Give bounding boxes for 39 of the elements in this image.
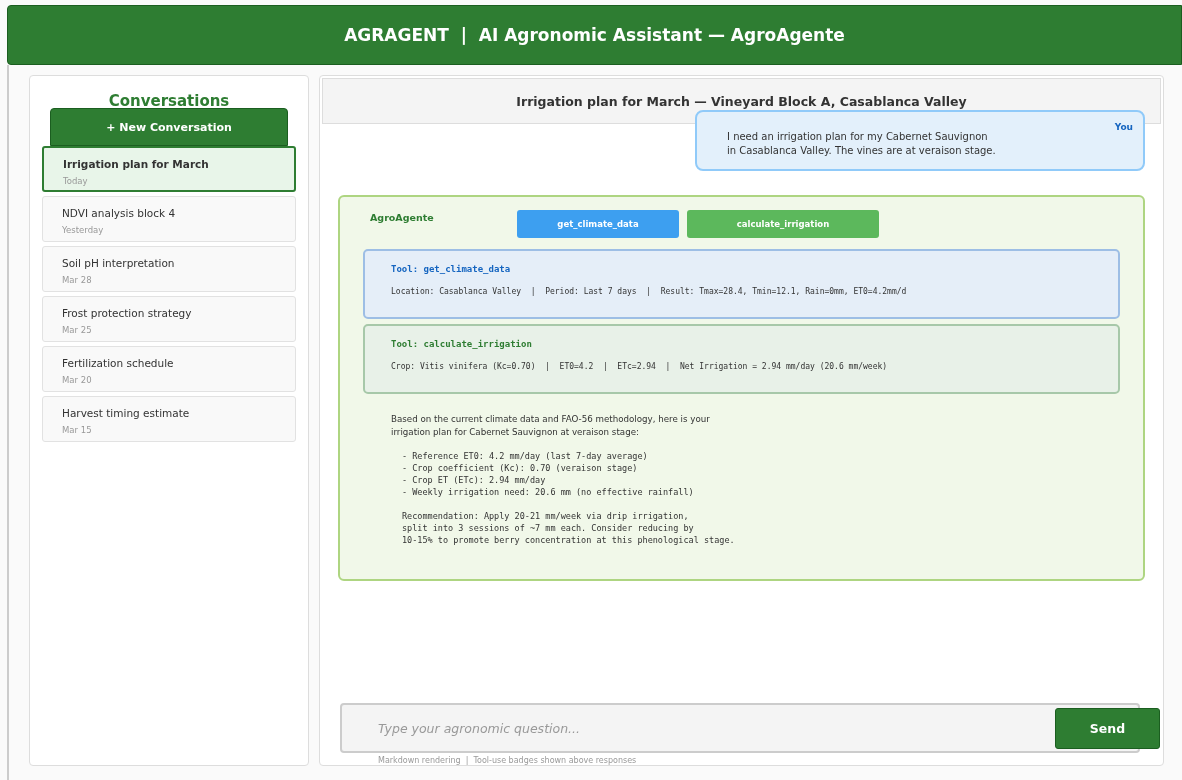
bullet-text: - Reference ET0: 4.2 mm/day (last 7-day average) xyxy=(401,450,649,462)
tool-output: Crop: Vitis vinifera (Kc=0.70) | ET0=4.2 | ETc=2.94 | Net Irrigation = 2.94 mm/day (20.6 mm/week) xyxy=(391,362,889,371)
tool-title: Tool: get_climate_data xyxy=(391,264,512,274)
message-text: I need an irrigation plan for my Cabernet Sauvignon in Casablanca Valley. The vines are at veraison stage. xyxy=(727,130,997,158)
conversation-title: Frost protection strategy xyxy=(62,307,193,319)
conversation-date: Yesterday xyxy=(62,225,105,235)
conversation-item[interactable]: Fertilization schedule Mar 20 xyxy=(42,346,296,392)
conversation-date: Mar 25 xyxy=(62,325,93,335)
conversation-title: Fertilization schedule xyxy=(62,357,175,369)
bullet-text: - Crop ET (ETc): 2.94 mm/day xyxy=(401,474,547,486)
conversation-date: Mar 20 xyxy=(62,375,93,385)
conversation-title: Soil pH interpretation xyxy=(62,257,176,269)
conversation-date: Mar 28 xyxy=(62,275,93,285)
conversation-title: Harvest timing estimate xyxy=(62,407,191,419)
chat-title: Irrigation plan for March — Vineyard Block A, Casablanca Valley xyxy=(516,93,967,109)
bullet-text: - Weekly irrigation need: 20.6 mm (no effective rainfall) xyxy=(401,486,695,498)
conversation-date: Today xyxy=(63,176,89,186)
conversation-item[interactable]: NDVI analysis block 4 Yesterday xyxy=(42,196,296,242)
tool-badge: calculate_irrigation xyxy=(687,210,879,238)
message-author: You xyxy=(1114,122,1133,132)
conversation-title: Irrigation plan for March xyxy=(63,158,210,170)
new-conversation-button[interactable]: + New Conversation xyxy=(50,108,288,146)
conversation-title: NDVI analysis block 4 xyxy=(62,207,177,219)
conversation-item[interactable]: Frost protection strategy Mar 25 xyxy=(42,296,296,342)
sidebar-title: Conversations xyxy=(108,92,230,110)
send-button[interactable]: Send xyxy=(1055,707,1160,749)
footer-note: Markdown rendering | Tool-use badges shown above responses xyxy=(378,756,638,765)
tool-title: Tool: calculate_irrigation xyxy=(391,339,533,349)
bullet-text: - Crop coefficient (Kc): 0.70 (veraison stage) xyxy=(401,462,639,474)
message-author: AgroAgente xyxy=(369,212,435,223)
conversation-item[interactable]: Irrigation plan for March Today xyxy=(42,146,296,192)
tool-badge: get_climate_data xyxy=(517,210,679,238)
conversation-item[interactable]: Harvest timing estimate Mar 15 xyxy=(42,396,296,442)
recommendation-text: Recommendation: Apply 20-21 mm/week via drip irrigation, split into 3 sessions of ~7 mm each. Consider reducing by 10-15% to promote berry concentration at this phenological stage. xyxy=(401,510,736,546)
app-title: AGRAGENT | AI Agronomic Assistant — AgroAgente xyxy=(344,25,845,45)
response-text: Based on the current climate data and FAO-56 methodology, here is your irrigation plan for Cabernet Sauvignon at veraison stage: xyxy=(391,413,711,438)
tool-output: Location: Casablanca Valley | Period: Last 7 days | Result: Tmax=28.4, Tmin=12.1, Rain=0mm, ET0=4.2mm/d xyxy=(391,287,908,296)
conversation-date: Mar 15 xyxy=(62,425,93,435)
conversation-item[interactable]: Soil pH interpretation Mar 28 xyxy=(42,246,296,292)
